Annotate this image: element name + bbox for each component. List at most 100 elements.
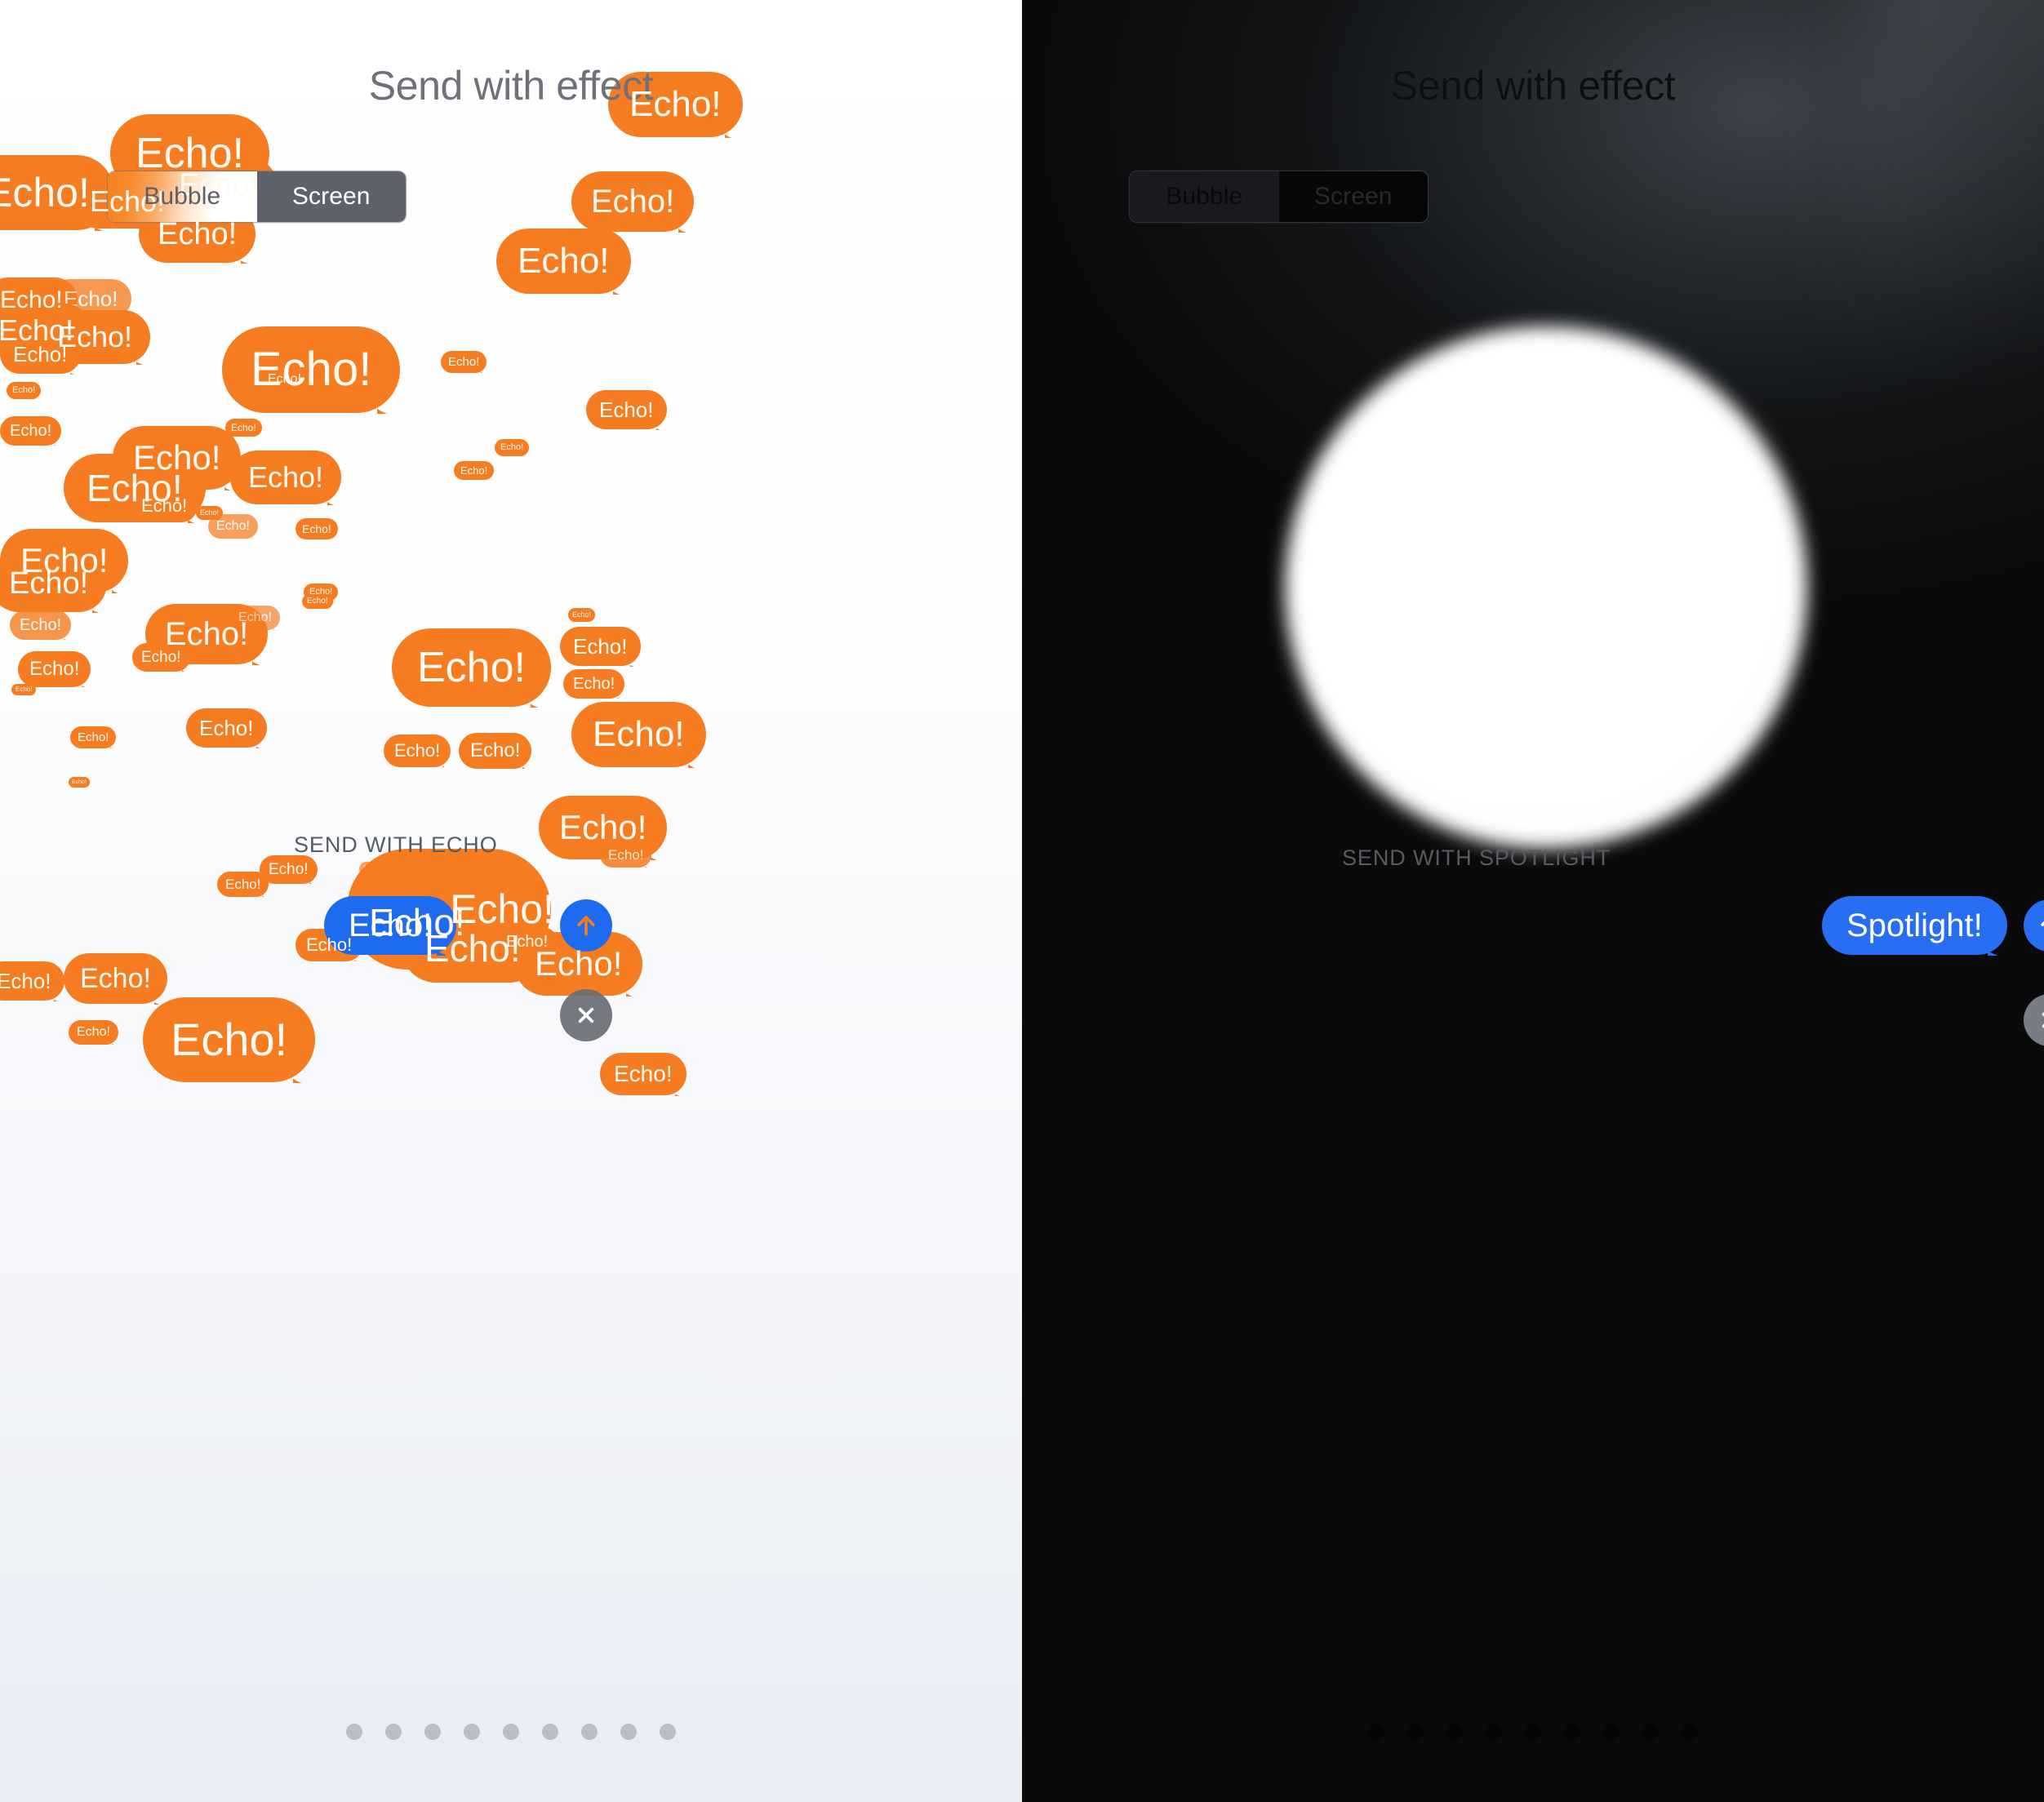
echo-bubble: Echo! xyxy=(10,610,72,640)
page-dot[interactable] xyxy=(346,1724,362,1740)
close-button[interactable] xyxy=(560,989,612,1041)
bubble-tail-icon xyxy=(1988,931,2015,956)
page-dot[interactable] xyxy=(1486,1724,1502,1740)
bubble-tail-icon xyxy=(489,473,496,480)
page-dot[interactable] xyxy=(1407,1724,1424,1740)
bubble-tail-icon xyxy=(377,384,411,414)
bubble-tail-icon xyxy=(531,681,561,708)
page-dot[interactable] xyxy=(1682,1724,1698,1740)
page-indicator[interactable] xyxy=(0,1724,1022,1740)
bubble-tail-icon xyxy=(592,618,597,623)
comparison-stage: Echo! Echo! Echo! Echo! Echo! Echo! Echo! Echo!… xyxy=(0,0,2044,1802)
decorative-echo-label: Echo! xyxy=(450,886,554,932)
page-title: Send with effect xyxy=(1390,63,1676,109)
echo-bubble-label: Echo! xyxy=(29,658,80,680)
tab-screen[interactable]: Screen xyxy=(256,171,406,222)
echo-bubble: Echo! xyxy=(600,1053,687,1095)
page-dot[interactable] xyxy=(503,1724,519,1740)
bubble-tail-icon xyxy=(309,875,321,885)
effect-name-label: SEND WITH ECHO xyxy=(294,832,498,857)
bubble-tail-icon xyxy=(675,1081,691,1095)
echo-bubble: Echo! xyxy=(64,953,167,1004)
echo-bubble-label: Echo! xyxy=(20,616,62,634)
page-dot[interactable] xyxy=(581,1724,598,1740)
bubble-tail-icon xyxy=(256,735,272,748)
page-dot[interactable] xyxy=(464,1724,480,1740)
tab-screen-label: Screen xyxy=(291,183,371,210)
echo-bubble-label: Echo! xyxy=(591,184,675,220)
echo-bubble-label: Echo! xyxy=(614,1061,673,1086)
bubble-tail-icon xyxy=(334,595,340,601)
page-dot[interactable] xyxy=(385,1724,402,1740)
echo-bubble-label: Echo! xyxy=(171,1014,288,1065)
echo-bubble-label: Echo! xyxy=(225,877,261,892)
echo-bubble-label: Echo! xyxy=(200,508,220,517)
page-dot[interactable] xyxy=(1642,1724,1659,1740)
echo-bubble: Echo! xyxy=(295,518,338,539)
page-dot[interactable] xyxy=(1446,1724,1463,1740)
echo-bubble-label: Echo! xyxy=(629,84,722,124)
tab-bubble-label: Bubble xyxy=(144,183,221,210)
page-dot[interactable] xyxy=(1525,1724,1541,1740)
effect-type-segmented-control[interactable]: Bubble Screen xyxy=(1130,171,1428,222)
echo-bubble: Echo! xyxy=(586,390,667,429)
echo-bubble-label: Echo! xyxy=(302,522,331,535)
bubble-tail-icon xyxy=(630,653,646,666)
echo-bubble-label: Echo! xyxy=(535,944,623,983)
echo-bubble: Echo! xyxy=(208,514,258,539)
bubble-tail-icon xyxy=(92,593,114,613)
echo-bubble-label: Echo! xyxy=(0,286,63,313)
bubble-tail-icon xyxy=(257,431,264,437)
page-dot[interactable] xyxy=(620,1724,637,1740)
page-dot[interactable] xyxy=(424,1724,441,1740)
bubble-tail-icon xyxy=(33,691,38,695)
echo-bubble: Echo! xyxy=(69,1020,118,1045)
bubble-tail-icon xyxy=(54,988,69,1001)
page-dot[interactable] xyxy=(1368,1724,1384,1740)
bubble-tail-icon xyxy=(656,416,672,429)
page-dot[interactable] xyxy=(1564,1724,1580,1740)
bubble-tail-icon xyxy=(82,676,96,688)
echo-bubble: Echo! xyxy=(459,733,532,769)
echo-bubble-label: Echo! xyxy=(448,355,480,369)
bubble-tail-icon xyxy=(522,757,536,770)
bubble-tail-icon xyxy=(613,273,639,295)
bubble-tail-icon xyxy=(725,116,751,138)
page-title: Send with effect xyxy=(368,63,654,109)
echo-bubble: Echo! xyxy=(0,416,62,446)
echo-bubble: Echo! xyxy=(496,229,631,294)
echo-bubble: Echo! xyxy=(568,608,597,623)
echo-bubble-label: Echo! xyxy=(593,714,685,754)
page-dot[interactable] xyxy=(542,1724,558,1740)
message-preview-bubble[interactable]: Spotlight! xyxy=(1822,896,2007,955)
close-x-icon xyxy=(2042,1012,2044,1028)
echo-bubble: Echo! xyxy=(260,855,318,884)
effect-name-label: SEND WITH SPOTLIGHT xyxy=(1342,846,1611,870)
page-indicator[interactable] xyxy=(1022,1724,2044,1740)
bubble-tail-icon xyxy=(37,393,43,399)
echo-bubble: Echo! xyxy=(571,171,695,232)
bubble-tail-icon xyxy=(525,450,531,456)
page-dot[interactable] xyxy=(660,1724,676,1740)
page-dot[interactable] xyxy=(1603,1724,1620,1740)
bubble-tail-icon xyxy=(112,1036,122,1045)
echo-bubble-label: Echo! xyxy=(12,385,36,395)
echo-bubble: Echo! xyxy=(7,382,43,399)
bubble-tail-icon xyxy=(617,689,629,699)
message-preview-text: Spotlight! xyxy=(1846,907,1983,943)
bubble-tail-icon xyxy=(678,212,702,233)
bubble-tail-icon xyxy=(273,622,283,630)
tab-bubble[interactable]: Bubble xyxy=(1130,171,1279,222)
spotlight-effect-panel: Send with effect Bubble Screen SEND WITH… xyxy=(1022,0,2044,1802)
echo-bubble-label: Echo! xyxy=(158,217,238,251)
echo-bubble-label: Echo! xyxy=(573,634,628,659)
echo-bubble-label: Echo! xyxy=(216,519,250,533)
bubble-tail-icon xyxy=(262,889,272,898)
tab-screen[interactable]: Screen xyxy=(1278,171,1428,222)
echo-bubble: Echo! xyxy=(11,684,38,695)
echo-bubble-label: Echo! xyxy=(248,460,324,494)
echo-bubble: Echo! xyxy=(560,627,641,666)
bubble-tail-icon xyxy=(182,663,193,672)
echo-bubble: Echo! xyxy=(454,461,496,480)
echo-bubble-label: Echo! xyxy=(57,320,133,353)
